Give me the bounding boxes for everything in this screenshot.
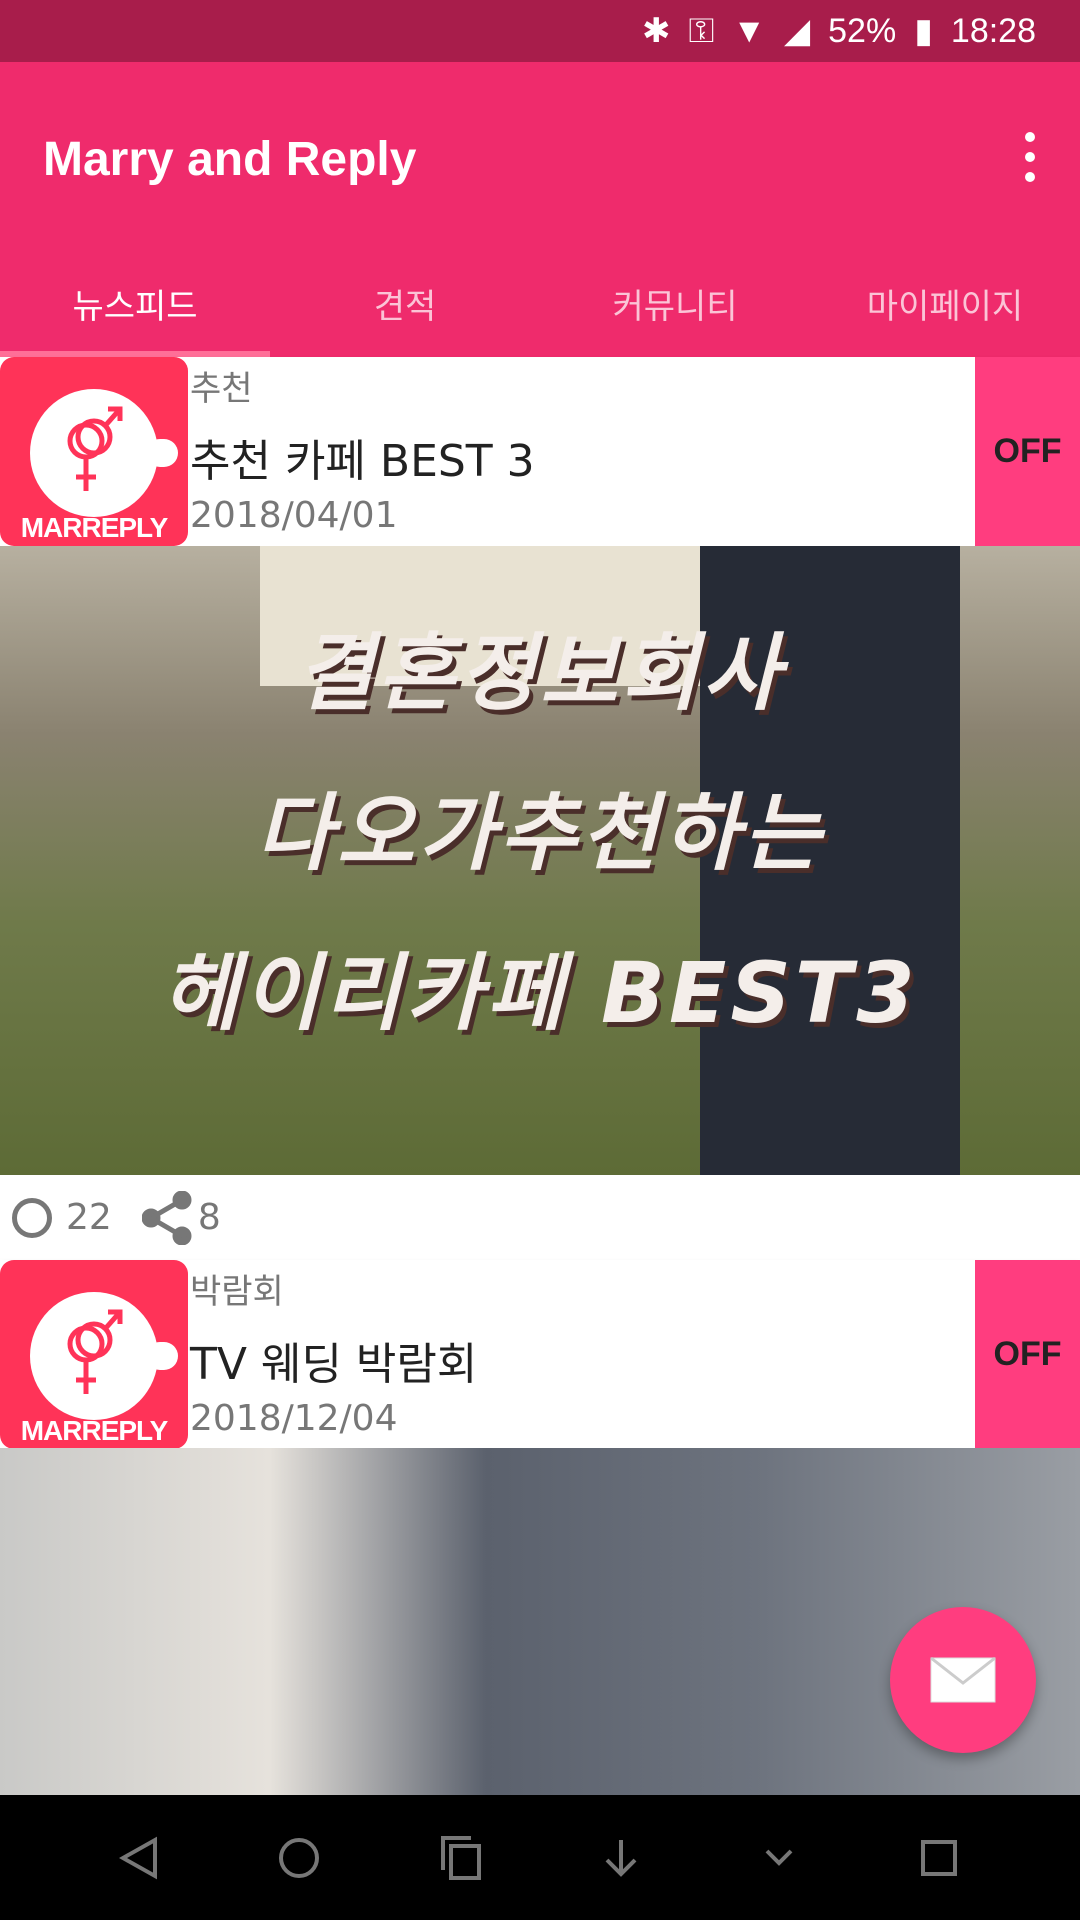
post-date: 2018/12/04 — [190, 1398, 398, 1439]
comment-count: 22 — [66, 1197, 112, 1238]
post-image[interactable]: 결혼정보회사 다오가추천하는 헤이리카페 BEST3 — [0, 546, 1080, 1175]
category-label: 박람회 — [190, 1272, 284, 1312]
image-text: 다오가추천하는 — [255, 784, 825, 882]
more-vert-icon[interactable] — [1010, 132, 1050, 182]
comment-icon[interactable] — [12, 1197, 52, 1238]
download-icon[interactable] — [601, 1836, 641, 1880]
square-icon[interactable] — [917, 1836, 961, 1880]
wifi-icon: ▼ — [732, 11, 766, 50]
image-text: 결혼정보회사 — [296, 624, 784, 722]
battery-level: 52% — [828, 11, 897, 50]
feed-item-header[interactable]: MARREPLY 추천 추천 카페 BEST 3 2018/04/01 OFF — [0, 357, 1080, 546]
mail-icon — [930, 1657, 996, 1703]
back-icon[interactable] — [119, 1836, 159, 1880]
navigation-bar — [0, 1795, 1080, 1920]
post-title[interactable]: 추천 카페 BEST 3 — [190, 425, 535, 489]
clock: 18:28 — [950, 11, 1036, 50]
tab-mypage[interactable]: 마이페이지 — [810, 262, 1080, 352]
image-text: 헤이리카페 BEST3 — [161, 944, 919, 1042]
share-icon[interactable] — [141, 1190, 192, 1245]
post-date: 2018/04/01 — [190, 495, 398, 536]
signal-icon: ◢ — [783, 12, 811, 50]
collapse-icon[interactable] — [759, 1843, 799, 1873]
home-icon[interactable] — [277, 1836, 321, 1880]
tab-community[interactable]: 커뮤니티 — [540, 262, 810, 352]
vpn-key-icon: ⚿ — [688, 11, 715, 50]
tab-bar: 뉴스피드 견적 커뮤니티 마이페이지 — [0, 262, 1080, 352]
tab-newsfeed[interactable]: 뉴스피드 — [0, 262, 270, 352]
feed-item-header[interactable]: MARREPLY 박람회 TV 웨딩 박람회 2018/12/04 OFF — [0, 1260, 1080, 1449]
gender-symbol-icon — [67, 1309, 123, 1394]
app-bar: Marry and Reply 뉴스피드 견적 커뮤니티 마이페이지 — [0, 62, 1080, 357]
battery-charging-icon: ▮ — [914, 12, 933, 50]
marreply-logo: MARREPLY — [0, 357, 188, 546]
share-count: 8 — [197, 1197, 221, 1238]
marreply-logo: MARREPLY — [0, 1260, 188, 1449]
gender-symbol-icon — [67, 406, 123, 491]
message-fab[interactable] — [890, 1607, 1036, 1753]
post-actions: 22 8 — [0, 1175, 1080, 1260]
app-title: Marry and Reply — [43, 133, 417, 186]
bluetooth-icon: ✱ — [641, 12, 671, 50]
recents-icon[interactable] — [439, 1835, 483, 1880]
off-badge[interactable]: OFF — [975, 357, 1080, 546]
category-label: 추천 — [190, 369, 253, 409]
post-title[interactable]: TV 웨딩 박람회 — [190, 1328, 477, 1392]
off-badge[interactable]: OFF — [975, 1260, 1080, 1449]
tab-estimate[interactable]: 견적 — [270, 262, 540, 352]
status-bar: ✱ ⚿ ▼ ◢ 52% ▮ 18:28 — [0, 0, 1080, 62]
